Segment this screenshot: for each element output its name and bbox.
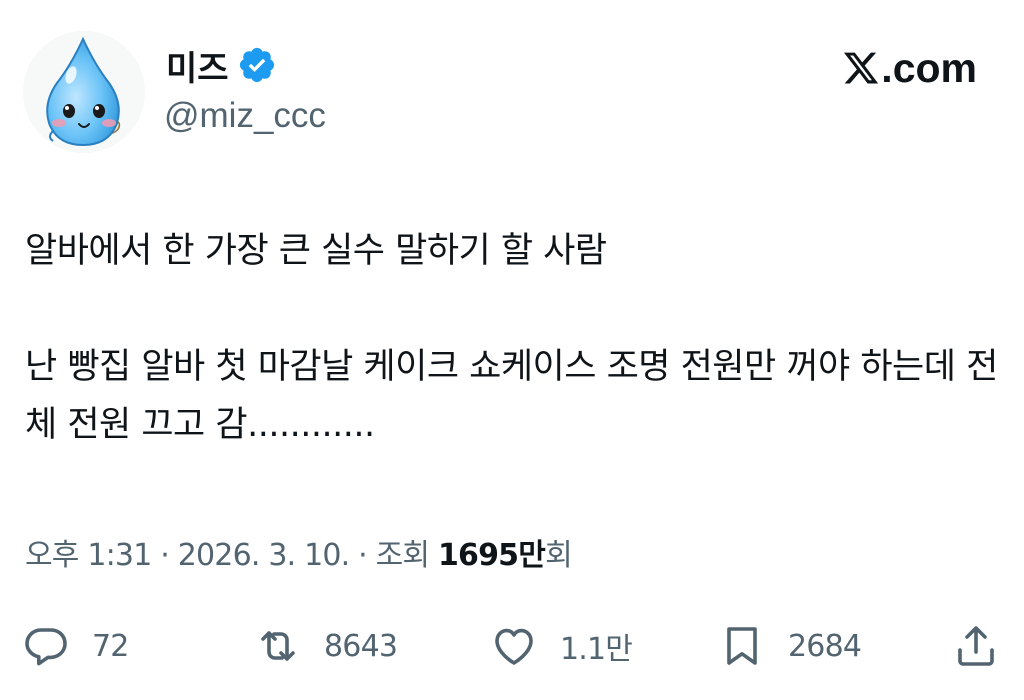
views-count: 1695만 <box>437 538 546 573</box>
retweet-button[interactable]: 8643 <box>254 618 398 674</box>
like-button[interactable]: 1.1만 <box>490 618 633 674</box>
tweet-paragraph: 난 빵집 알바 첫 마감날 케이크 쇼케이스 조명 전원만 꺼야 하는데 전체 … <box>25 347 998 445</box>
tweet-paragraph: 알바에서 한 가장 큰 실수 말하기 할 사람 <box>25 231 607 271</box>
bookmark-button[interactable]: 2684 <box>718 618 862 674</box>
bookmark-icon <box>727 627 757 665</box>
avatar[interactable] <box>23 31 145 153</box>
verified-badge-icon <box>239 47 274 83</box>
tweet-text: 알바에서 한 가장 큰 실수 말하기 할 사람 난 빵집 알바 첫 마감날 케이… <box>25 222 1000 454</box>
like-icon <box>495 628 533 665</box>
brand-domain: .com <box>881 44 977 91</box>
user-name-row[interactable]: 미즈 <box>166 41 277 90</box>
x-logo-icon <box>844 52 879 84</box>
reply-icon <box>25 628 67 666</box>
share-icon <box>958 626 994 666</box>
reply-count: 72 <box>92 628 129 664</box>
timestamp-and-views-label[interactable]: 오후 1:31 · 2026. 3. 10. · 조회 <box>25 538 438 573</box>
retweet-count: 8643 <box>324 628 398 664</box>
tweet-meta: 오후 1:31 · 2026. 3. 10. · 조회 1695만회 <box>25 530 573 574</box>
display-name[interactable]: 미즈 <box>166 41 229 90</box>
brand-logo: .com <box>842 44 977 92</box>
water-drop-mascot-icon <box>46 36 121 147</box>
views-suffix: 회 <box>545 538 573 573</box>
bookmark-count: 2684 <box>788 628 862 664</box>
user-handle[interactable]: @miz_ccc <box>164 96 326 136</box>
like-count: 1.1만 <box>560 632 633 667</box>
share-button[interactable] <box>952 618 1000 674</box>
tweet-actions: 72 8643 1.1만 2684 <box>0 618 1024 678</box>
retweet-icon <box>261 631 295 661</box>
reply-button[interactable]: 72 <box>22 618 129 674</box>
